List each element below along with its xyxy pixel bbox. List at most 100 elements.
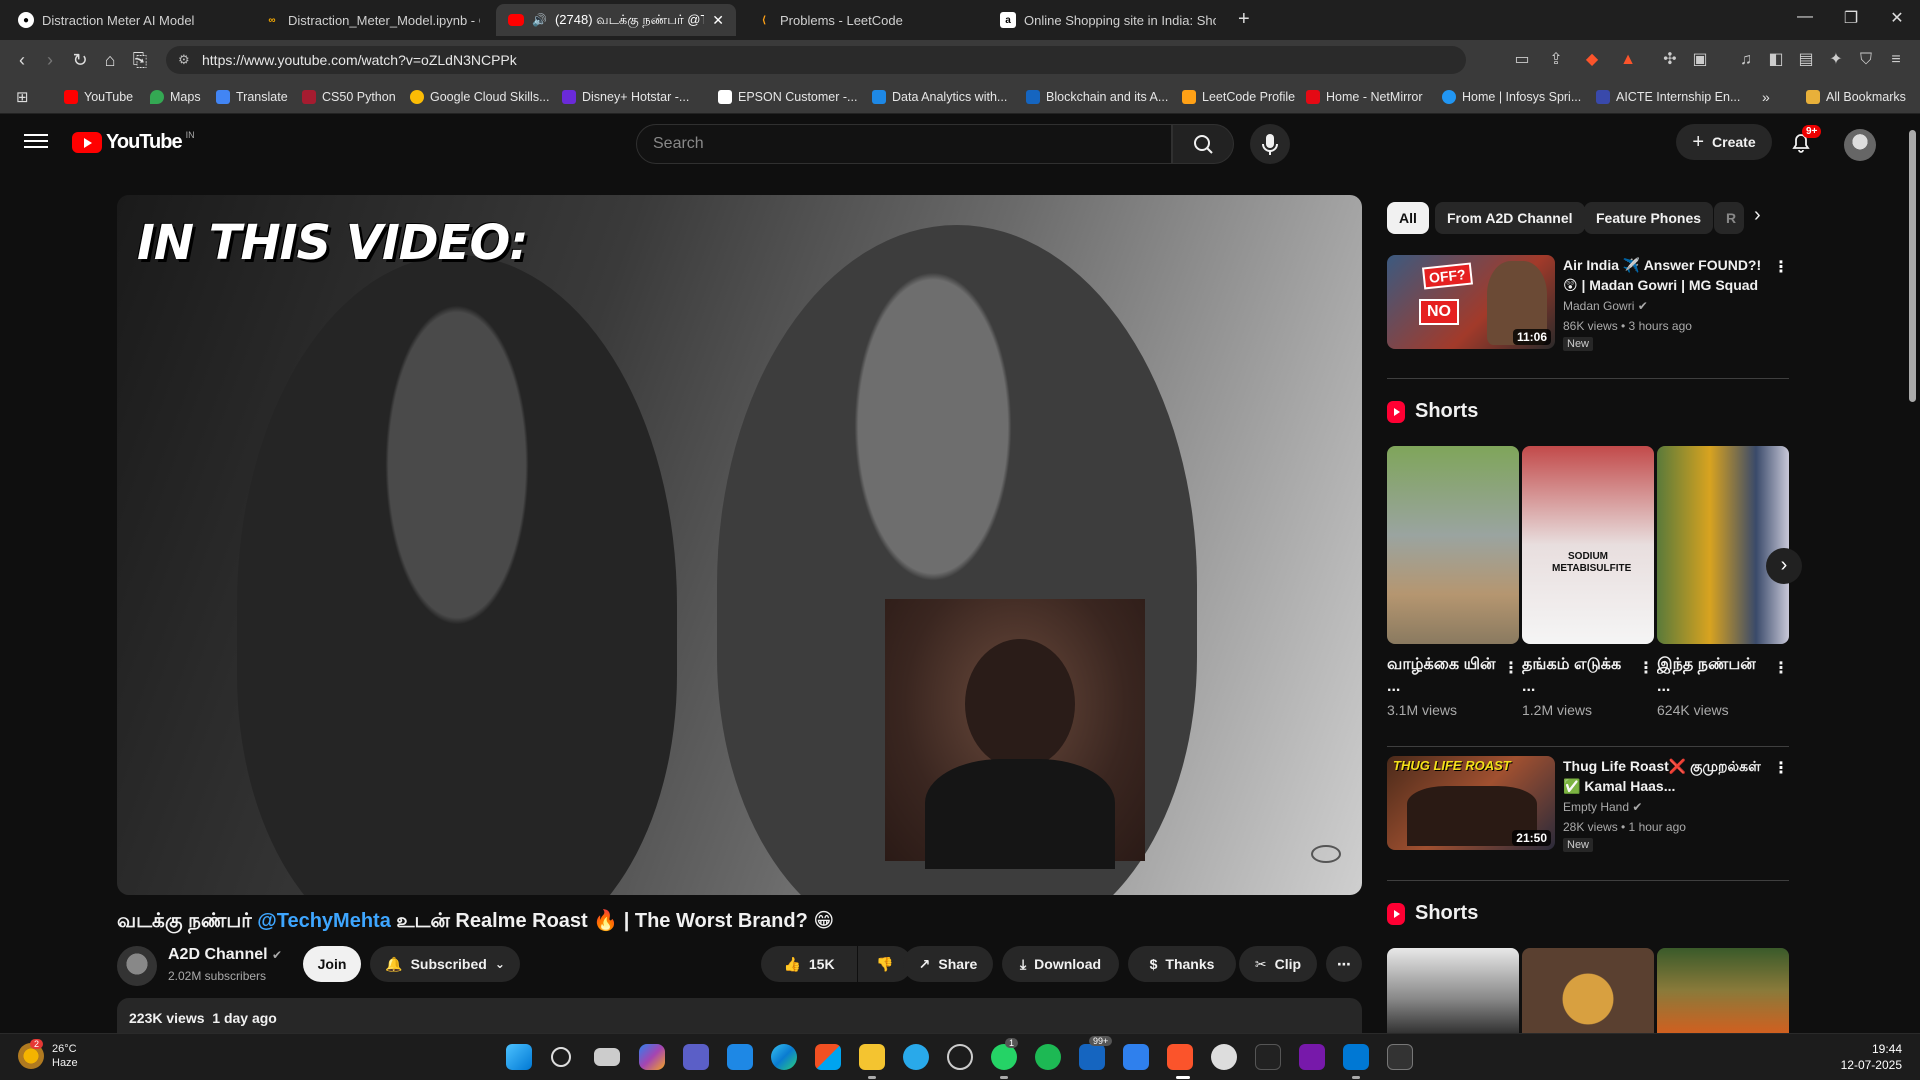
description-box[interactable]: 223K views 1 day ago [117, 998, 1362, 1038]
bookmark-item[interactable]: Translate [216, 88, 288, 106]
forward-icon[interactable]: › [38, 48, 62, 72]
chip-feature-phones[interactable]: Feature Phones [1584, 202, 1714, 234]
search-input[interactable]: Search [636, 124, 1172, 164]
terminal-icon[interactable] [1387, 1044, 1413, 1070]
bookmarks-overflow-icon[interactable]: » [1762, 88, 1770, 106]
search-taskbar-icon[interactable] [551, 1047, 571, 1067]
close-window-icon[interactable]: ✕ [1874, 8, 1920, 28]
wallet-icon[interactable]: ▤ [1796, 50, 1816, 70]
bookmark-item[interactable]: Home - NetMirror [1306, 88, 1423, 106]
more-vertical-icon[interactable]: ⋮ [1773, 658, 1789, 678]
recommended-video[interactable]: THUG LIFE ROAST 21:50 Thug Life Roast❌ க… [1387, 756, 1789, 852]
apps-grid-icon[interactable]: ⊞ [16, 88, 29, 106]
vscode-icon[interactable] [1343, 1044, 1369, 1070]
hamburger-menu-icon[interactable] [24, 130, 48, 154]
channel-name[interactable]: Madan Gowri ✔ [1563, 299, 1648, 313]
channel-watermark-icon[interactable] [1311, 845, 1341, 863]
scrollbar-thumb[interactable] [1909, 130, 1916, 402]
tab-leetcode[interactable]: ⟨ Problems - LeetCode [744, 4, 984, 36]
leo-ai-icon[interactable]: ✦ [1826, 50, 1846, 70]
short-thumbnail[interactable] [1522, 948, 1654, 1033]
short-thumbnail[interactable] [1657, 948, 1789, 1033]
bookmark-item[interactable]: AICTE Internship En... [1596, 88, 1740, 106]
cast-icon[interactable]: ▭ [1512, 50, 1532, 70]
subscribed-button[interactable]: 🔔 Subscribed ⌄ [370, 946, 520, 982]
youtube-logo[interactable]: YouTube IN [72, 130, 195, 154]
media-player-icon[interactable] [947, 1044, 973, 1070]
search-button[interactable] [1172, 124, 1234, 164]
bookmark-item[interactable]: YouTube [64, 88, 133, 106]
sidebar-toggle-icon[interactable]: ▣ [1690, 50, 1710, 70]
bookmark-icon[interactable]: ⎘ [128, 48, 152, 72]
short-card[interactable]: வாழ்க்கை யின் ... 3.1M views ⋮ [1387, 446, 1519, 718]
video-thumbnail[interactable]: OFF? NO 11:06 [1387, 255, 1555, 349]
telegram-icon[interactable] [903, 1044, 929, 1070]
video-title[interactable]: Air India ✈️ Answer FOUND?! 😲 | Madan Go… [1563, 255, 1763, 295]
edge-icon[interactable] [771, 1044, 797, 1070]
short-card[interactable]: இந்த நண்பன் ... 624K views ⋮ [1657, 446, 1789, 718]
todo-icon[interactable] [1123, 1044, 1149, 1070]
more-vertical-icon[interactable]: ⋮ [1638, 658, 1654, 678]
bookmark-item[interactable]: CS50 Python [302, 88, 396, 106]
short-thumbnail[interactable] [1657, 446, 1789, 644]
all-bookmarks-folder[interactable]: All Bookmarks [1806, 88, 1906, 106]
whatsapp-icon[interactable]: 1 [991, 1038, 1019, 1070]
download-button[interactable]: ⤓ Download [1002, 946, 1119, 982]
reload-icon[interactable]: ↻ [68, 48, 92, 72]
home-icon[interactable]: ⌂ [98, 48, 122, 72]
tab-distraction-meter[interactable]: ● Distraction Meter AI Model [6, 4, 246, 36]
restore-icon[interactable]: ❐ [1828, 8, 1874, 28]
voice-search-button[interactable] [1250, 124, 1290, 164]
thanks-button[interactable]: $ Thanks [1128, 946, 1236, 982]
recommended-video[interactable]: OFF? NO 11:06 Air India ✈️ Answer FOUND?… [1387, 255, 1789, 351]
short-thumbnail[interactable] [1387, 948, 1519, 1033]
bookmark-item[interactable]: Home | Infosys Spri... [1442, 88, 1581, 106]
short-title[interactable]: தங்கம் எடுக்க ... [1522, 654, 1632, 698]
join-button[interactable]: Join [303, 946, 361, 982]
weather-widget[interactable]: 2 26°C Haze [18, 1039, 78, 1070]
bookmark-item[interactable]: Disney+ Hotstar -... [562, 88, 689, 106]
channel-name[interactable]: Empty Hand ✔ [1563, 800, 1642, 814]
brave-browser-icon[interactable] [1167, 1044, 1193, 1070]
menu-icon[interactable]: ≡ [1886, 50, 1906, 70]
channel-name[interactable]: A2D Channel ✔ [168, 946, 282, 964]
clip-button[interactable]: ✂ Clip [1239, 946, 1317, 982]
start-windows-icon[interactable] [506, 1044, 532, 1070]
chip-from-channel[interactable]: From A2D Channel [1435, 202, 1585, 234]
minimize-icon[interactable]: — [1782, 8, 1828, 26]
channel-avatar[interactable] [117, 946, 157, 986]
more-actions-button[interactable]: ⋯ [1326, 946, 1362, 982]
video-title[interactable]: Thug Life Roast❌ குமுறல்கள் ✅ Kamal Haas… [1563, 756, 1763, 796]
reading-list-icon[interactable]: ◧ [1766, 50, 1786, 70]
tab-amazon[interactable]: a Online Shopping site in India: Shop C [988, 4, 1228, 36]
brave-shield-icon[interactable]: ◆ [1582, 50, 1602, 70]
short-thumbnail[interactable] [1387, 446, 1519, 644]
video-player[interactable]: IN THIS VIDEO: [117, 195, 1362, 895]
url-field[interactable]: ⚙ https://www.youtube.com/watch?v=oZLdN3… [166, 46, 1466, 74]
brave-rewards-icon[interactable]: ▲ [1618, 50, 1638, 70]
short-card[interactable]: SODIUM METABISULFITE தங்கம் எடுக்க ... 1… [1522, 446, 1654, 718]
create-button[interactable]: + Create [1676, 124, 1772, 160]
short-thumbnail[interactable]: SODIUM METABISULFITE [1522, 446, 1654, 644]
short-title[interactable]: இந்த நண்பன் ... [1657, 654, 1767, 698]
short-title[interactable]: வாழ்க்கை யின் ... [1387, 654, 1497, 698]
share-button[interactable]: ↗ Share [903, 946, 993, 982]
more-vertical-icon[interactable]: ⋮ [1773, 758, 1789, 778]
share-page-icon[interactable]: ⇪ [1546, 50, 1566, 70]
chip-next-arrow-icon[interactable]: › [1754, 204, 1761, 227]
more-vertical-icon[interactable]: ⋮ [1773, 257, 1789, 277]
bookmark-item[interactable]: Data Analytics with... [872, 88, 1007, 106]
bookmark-item[interactable]: EPSON Customer -... [718, 88, 857, 106]
task-view-icon[interactable] [594, 1048, 620, 1066]
clock-app-icon[interactable] [1211, 1044, 1237, 1070]
shorts-next-arrow-icon[interactable]: › [1766, 548, 1802, 584]
system-clock[interactable]: 19:44 12-07-2025 [1841, 1041, 1902, 1073]
spotify-icon[interactable] [1035, 1044, 1061, 1070]
widgets-icon[interactable] [727, 1044, 753, 1070]
tab-youtube-active[interactable]: 🔊 (2748) வடக்கு நண்பர் @T ✕ [496, 4, 736, 36]
video-thumbnail[interactable]: THUG LIFE ROAST 21:50 [1387, 756, 1555, 850]
bookmark-item[interactable]: Maps [150, 88, 201, 106]
new-tab-icon[interactable]: + [1238, 8, 1250, 31]
vpn-icon[interactable]: ⛉ [1856, 50, 1876, 70]
back-icon[interactable]: ‹ [10, 48, 34, 72]
